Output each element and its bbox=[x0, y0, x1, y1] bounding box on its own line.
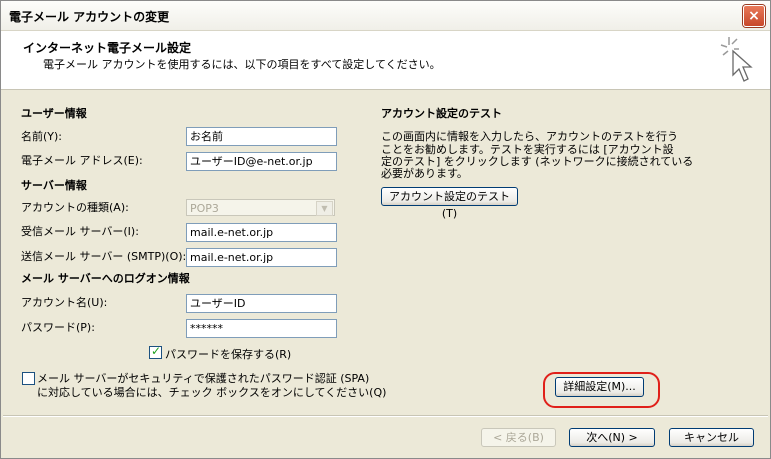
outgoing-server-label: 送信メール サーバー (SMTP)(O): bbox=[21, 250, 187, 263]
close-icon[interactable]: × bbox=[743, 5, 765, 27]
logon-info-heading: メール サーバーへのログオン情報 bbox=[21, 272, 190, 285]
checkmark-icon: ✓ bbox=[151, 344, 162, 358]
outgoing-server-field[interactable]: mail.e-net.or.jp bbox=[186, 248, 337, 267]
account-type-value: POP3 bbox=[190, 202, 219, 215]
sparkle-cursor-icon bbox=[720, 37, 753, 82]
spa-label-line2[interactable]: に対応している場合には、チェック ボックスをオンにしてください(Q) bbox=[37, 384, 386, 400]
more-settings-button[interactable]: 詳細設定(M)... bbox=[555, 377, 644, 397]
name-label: 名前(Y): bbox=[21, 130, 63, 143]
password-label: パスワード(P): bbox=[21, 321, 95, 334]
email-label: 電子メール アドレス(E): bbox=[21, 154, 143, 167]
account-name-label: アカウント名(U): bbox=[21, 296, 108, 309]
server-info-heading: サーバー情報 bbox=[21, 179, 87, 192]
account-settings-window: 電子メール アカウントの変更 × インターネット電子メール設定 電子メール アカ… bbox=[0, 0, 771, 459]
save-password-label[interactable]: パスワードを保存する(R) bbox=[165, 346, 291, 362]
test-account-button[interactable]: アカウント設定のテスト(T) bbox=[381, 187, 518, 220]
account-type-label: アカウントの種類(A): bbox=[21, 201, 129, 214]
account-type-select[interactable]: POP3 ▼ bbox=[186, 199, 335, 216]
back-button[interactable]: < 戻る(B) bbox=[481, 428, 556, 447]
window-title: 電子メール アカウントの変更 bbox=[9, 10, 170, 24]
cancel-button[interactable]: キャンセル bbox=[669, 428, 754, 447]
password-field[interactable]: ****** bbox=[186, 319, 337, 338]
header-description: 電子メール アカウントを使用するには、以下の項目をすべて設定してください。 bbox=[43, 58, 441, 71]
header-panel: インターネット電子メール設定 電子メール アカウントを使用するには、以下の項目を… bbox=[1, 31, 770, 90]
save-password-checkbox[interactable]: ✓ bbox=[149, 344, 162, 359]
spa-checkbox[interactable] bbox=[22, 372, 35, 385]
user-info-heading: ユーザー情報 bbox=[21, 107, 87, 120]
name-field[interactable]: お名前 bbox=[186, 127, 337, 146]
test-heading: アカウント設定のテスト bbox=[381, 107, 502, 120]
title-bar: 電子メール アカウントの変更 × bbox=[1, 1, 770, 31]
header-title: インターネット電子メール設定 bbox=[23, 41, 192, 55]
email-field[interactable]: ユーザーID@e-net.or.jp bbox=[186, 152, 337, 171]
incoming-server-field[interactable]: mail.e-net.or.jp bbox=[186, 223, 337, 242]
chevron-down-icon: ▼ bbox=[316, 201, 333, 216]
next-button[interactable]: 次へ(N) > bbox=[569, 428, 655, 447]
footer-divider bbox=[3, 415, 768, 417]
test-description-line4: 必要があります。 bbox=[381, 167, 468, 180]
account-name-field[interactable]: ユーザーID bbox=[186, 294, 337, 313]
incoming-server-label: 受信メール サーバー(I): bbox=[21, 225, 139, 238]
